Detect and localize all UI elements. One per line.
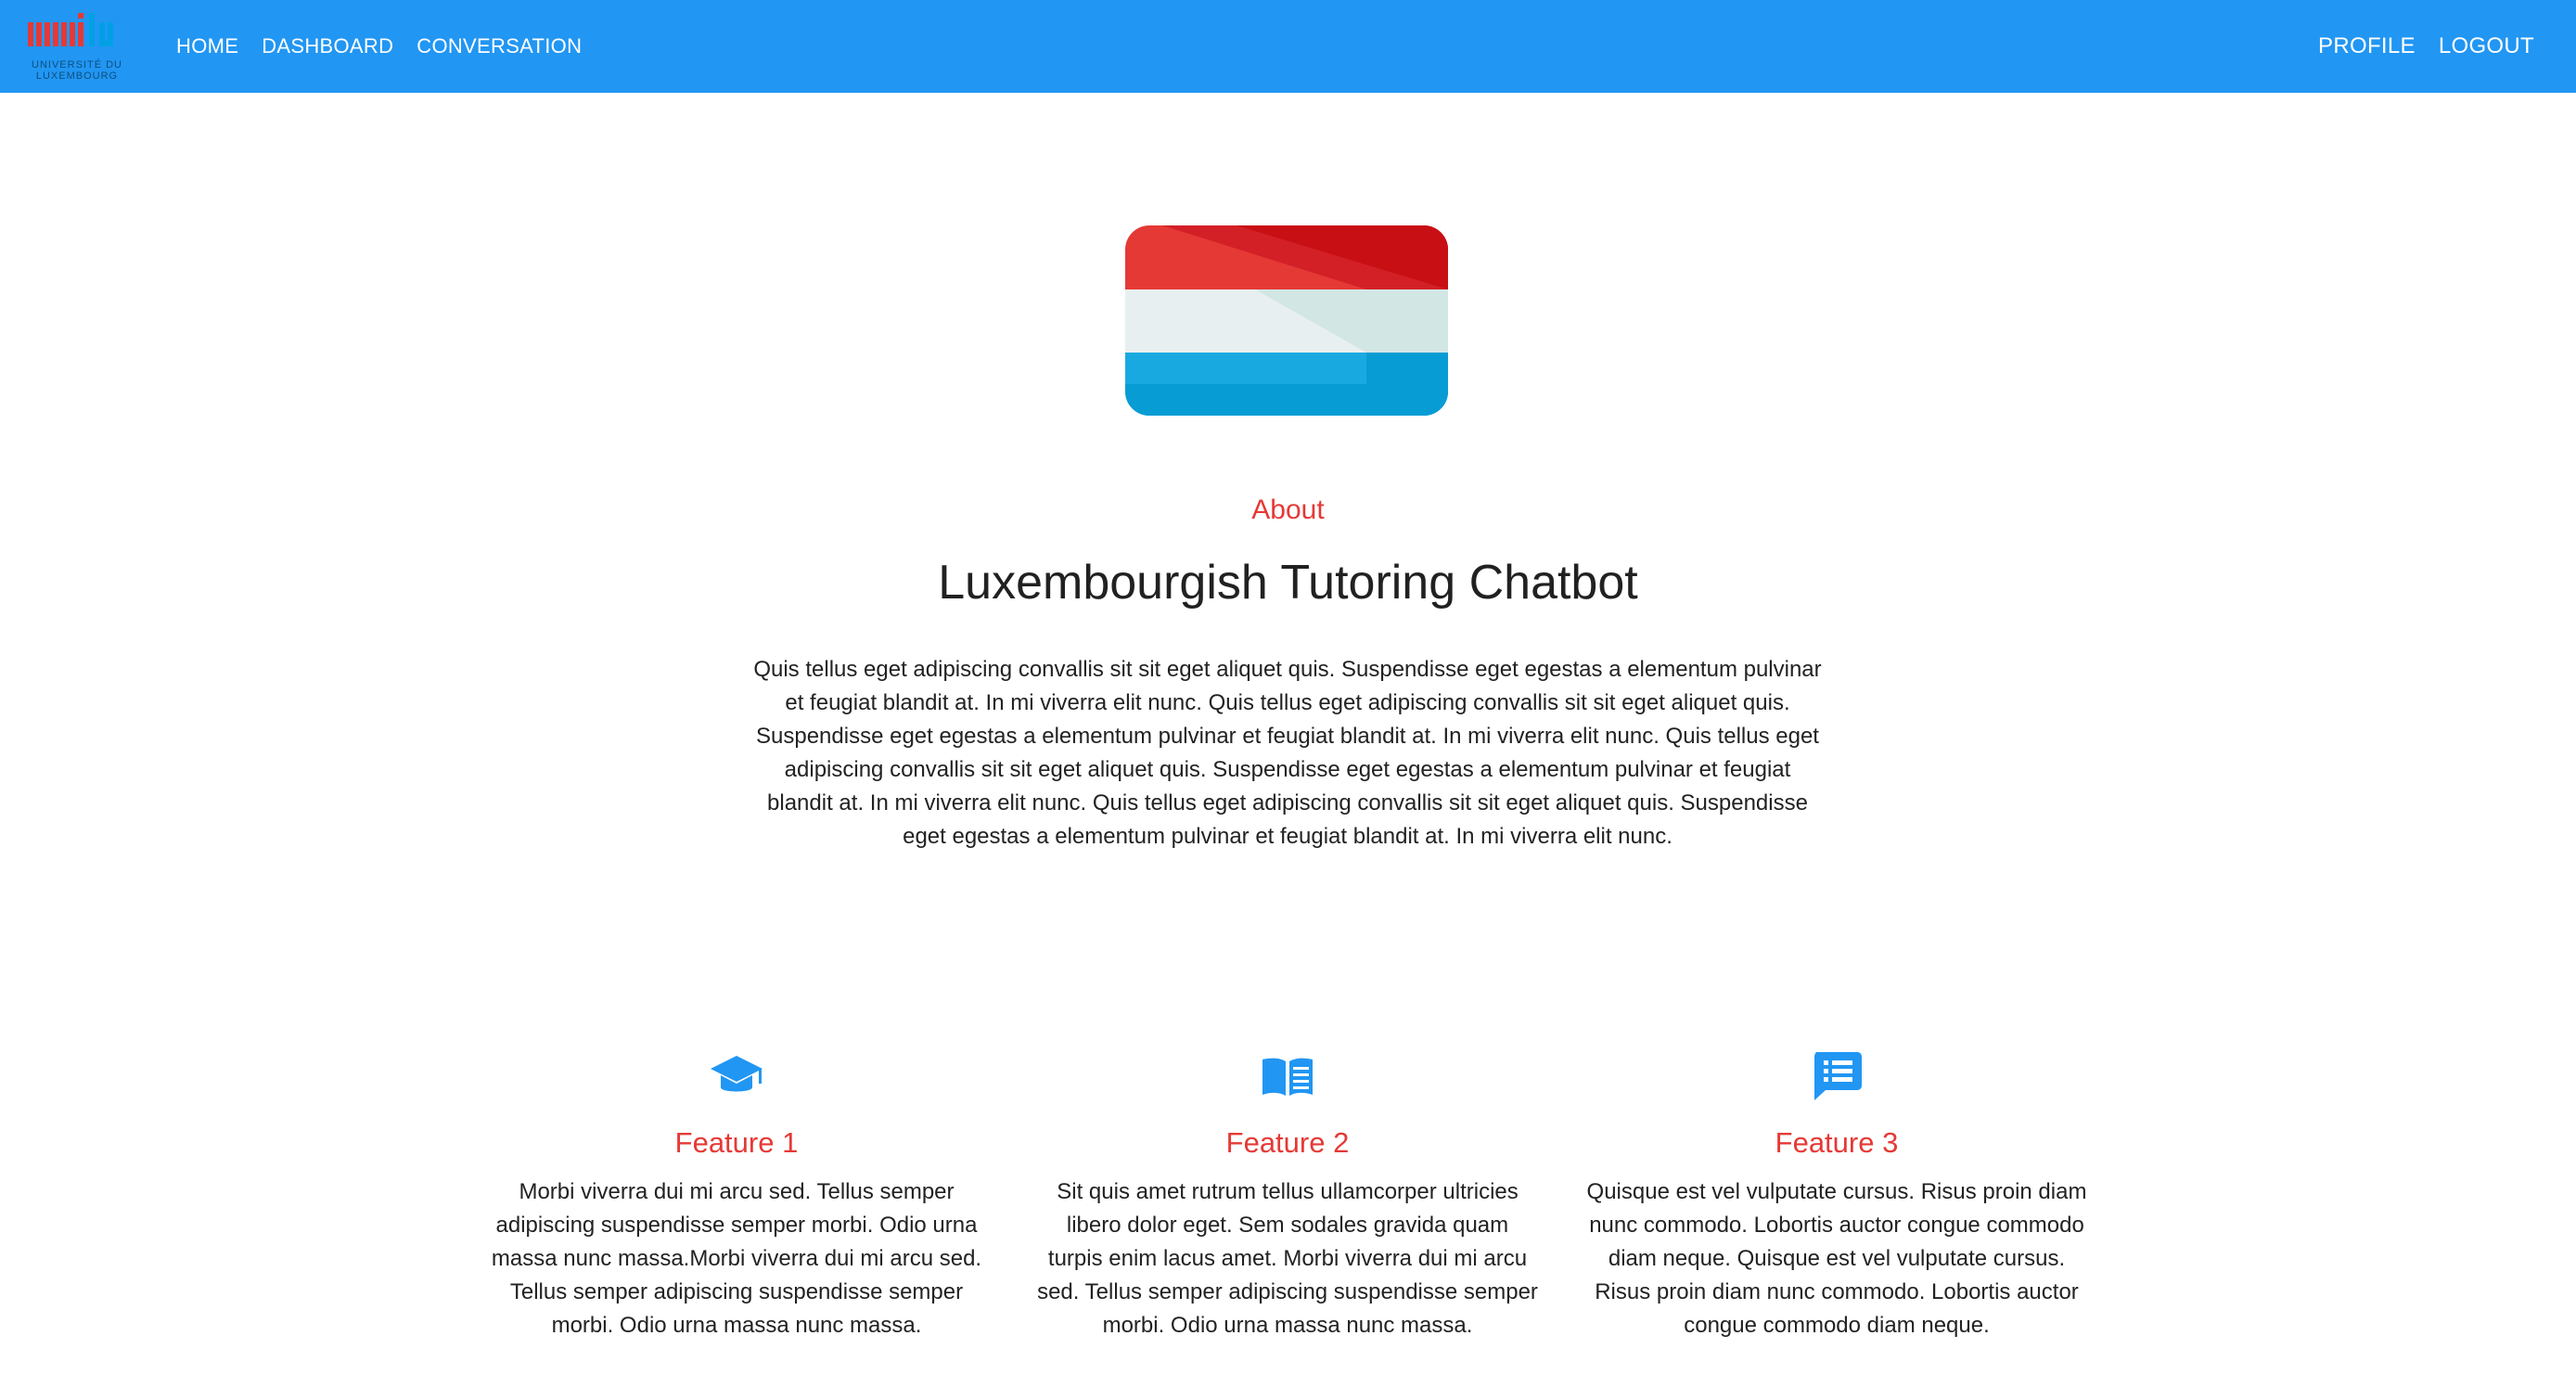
- graduation-cap-icon: [711, 1056, 763, 1092]
- logo-caption: UNIVERSITÉ DU LUXEMBOURG: [32, 59, 122, 82]
- feature-description: Sit quis amet rutrum tellus ullamcorper …: [1037, 1179, 1538, 1338]
- feature-title: Feature 2: [1225, 1126, 1350, 1159]
- page-title: Luxembourgish Tutoring Chatbot: [938, 556, 1638, 610]
- primary-nav: HOME DASHBOARD CONVERSATION: [176, 0, 605, 93]
- luxembourg-flag-icon: [1125, 225, 1448, 416]
- feature-title: Feature 3: [1775, 1126, 1899, 1159]
- nav-logout-link[interactable]: LOGOUT: [2439, 33, 2534, 59]
- feature-description: Morbi viverra dui mi arcu sed. Tellus se…: [491, 1179, 982, 1338]
- top-navbar: UNIVERSITÉ DU LUXEMBOURG HOME DASHBOARD …: [0, 0, 2576, 93]
- chat-list-icon: [1814, 1052, 1862, 1100]
- feature-card-2: Feature 2 Sit quis amet rutrum tellus ul…: [1037, 1048, 1538, 1342]
- nav-home-link[interactable]: HOME: [176, 34, 238, 58]
- nav-conversation-link[interactable]: CONVERSATION: [417, 34, 582, 58]
- account-nav: PROFILE LOGOUT: [2295, 0, 2534, 93]
- open-book-icon: [1262, 1058, 1313, 1096]
- about-label: About: [1251, 494, 1325, 525]
- feature-title: Feature 1: [674, 1126, 799, 1159]
- nav-profile-link[interactable]: PROFILE: [2318, 33, 2416, 59]
- feature-description: Quisque est vel vulputate cursus. Risus …: [1586, 1179, 2087, 1338]
- about-description: Quis tellus eget adipiscing convallis si…: [753, 657, 1822, 849]
- university-logo[interactable]: UNIVERSITÉ DU LUXEMBOURG: [26, 9, 128, 82]
- nav-dashboard-link[interactable]: DASHBOARD: [262, 34, 393, 58]
- uni-lu-logo-icon: [28, 13, 113, 46]
- feature-card-1: Feature 1 Morbi viverra dui mi arcu sed.…: [486, 1048, 987, 1342]
- feature-card-3: Feature 3 Quisque est vel vulputate curs…: [1586, 1048, 2087, 1342]
